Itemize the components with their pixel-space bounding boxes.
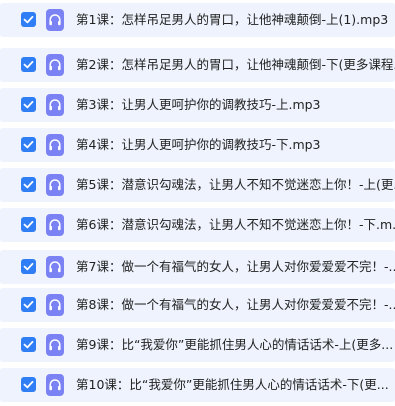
headphones-audio-file-icon bbox=[46, 54, 64, 76]
file-row[interactable]: 第8课：做一个有福气的女人，让男人对你爱爱爱不完！-... bbox=[0, 288, 395, 322]
checkbox[interactable] bbox=[21, 177, 36, 192]
checkmark-icon bbox=[23, 60, 34, 69]
checkmark-icon bbox=[23, 15, 34, 24]
checkbox[interactable] bbox=[21, 57, 36, 72]
file-list: 第1课：怎样吊足男人的胃口，让他神魂颠倒-上(1).mp3 第2课：怎样吊足男人… bbox=[0, 0, 395, 406]
file-name[interactable]: 第4课：让男人更呵护你的调教技巧-下.mp3 bbox=[76, 128, 395, 162]
file-name[interactable]: 第7课：做一个有福气的女人，让男人对你爱爱爱不完！-... bbox=[76, 250, 395, 284]
file-row[interactable]: 第4课：让男人更呵护你的调教技巧-下.mp3 bbox=[0, 128, 395, 162]
headphones-audio-file-icon bbox=[46, 174, 64, 196]
checkbox[interactable] bbox=[21, 137, 36, 152]
file-row[interactable]: 第6课：潜意识勾魂法，让男人不知不觉迷恋上你！-下.m... bbox=[0, 208, 395, 242]
checkmark-icon bbox=[23, 340, 34, 349]
checkbox[interactable] bbox=[21, 337, 36, 352]
checkbox[interactable] bbox=[21, 377, 36, 392]
file-row[interactable]: 第10课：比“我爱你”更能抓住男人心的情话话术-下(更... bbox=[0, 368, 395, 402]
file-name[interactable]: 第10课：比“我爱你”更能抓住男人心的情话话术-下(更... bbox=[76, 368, 395, 402]
checkmark-icon bbox=[23, 380, 34, 389]
file-name[interactable]: 第2课：怎样吊足男人的胃口，让他神魂颠倒-下(更多课程... bbox=[76, 48, 395, 82]
headphones-audio-file-icon bbox=[46, 9, 64, 31]
file-row[interactable]: 第2课：怎样吊足男人的胃口，让他神魂颠倒-下(更多课程... bbox=[0, 48, 395, 82]
checkbox[interactable] bbox=[21, 217, 36, 232]
checkbox[interactable] bbox=[21, 12, 36, 27]
file-name[interactable]: 第6课：潜意识勾魂法，让男人不知不觉迷恋上你！-下.m... bbox=[76, 208, 395, 242]
headphones-audio-file-icon bbox=[46, 256, 64, 278]
file-row[interactable]: 第1课：怎样吊足男人的胃口，让他神魂颠倒-上(1).mp3 bbox=[0, 3, 395, 37]
checkbox[interactable] bbox=[21, 97, 36, 112]
checkmark-icon bbox=[23, 140, 34, 149]
file-row[interactable]: 第7课：做一个有福气的女人，让男人对你爱爱爱不完！-... bbox=[0, 250, 395, 284]
file-row[interactable]: 第3课：让男人更呵护你的调教技巧-上.mp3 bbox=[0, 88, 395, 122]
checkbox[interactable] bbox=[21, 259, 36, 274]
file-row[interactable]: 第5课：潜意识勾魂法，让男人不知不觉迷恋上你！-上(更... bbox=[0, 168, 395, 202]
file-name[interactable]: 第8课：做一个有福气的女人，让男人对你爱爱爱不完！-... bbox=[76, 288, 395, 322]
headphones-audio-file-icon bbox=[46, 334, 64, 356]
checkmark-icon bbox=[23, 300, 34, 309]
checkmark-icon bbox=[23, 262, 34, 271]
checkmark-icon bbox=[23, 220, 34, 229]
checkbox[interactable] bbox=[21, 297, 36, 312]
checkmark-icon bbox=[23, 100, 34, 109]
checkmark-icon bbox=[23, 180, 34, 189]
headphones-audio-file-icon bbox=[46, 94, 64, 116]
headphones-audio-file-icon bbox=[46, 214, 64, 236]
file-name[interactable]: 第9课：比“我爱你”更能抓住男人心的情话话术-上(更多... bbox=[76, 328, 395, 362]
file-name[interactable]: 第1课：怎样吊足男人的胃口，让他神魂颠倒-上(1).mp3 bbox=[76, 3, 395, 37]
headphones-audio-file-icon bbox=[46, 294, 64, 316]
file-row[interactable]: 第9课：比“我爱你”更能抓住男人心的情话话术-上(更多... bbox=[0, 328, 395, 362]
headphones-audio-file-icon bbox=[46, 374, 64, 396]
file-name[interactable]: 第3课：让男人更呵护你的调教技巧-上.mp3 bbox=[76, 88, 395, 122]
headphones-audio-file-icon bbox=[46, 134, 64, 156]
file-name[interactable]: 第5课：潜意识勾魂法，让男人不知不觉迷恋上你！-上(更... bbox=[76, 168, 395, 202]
